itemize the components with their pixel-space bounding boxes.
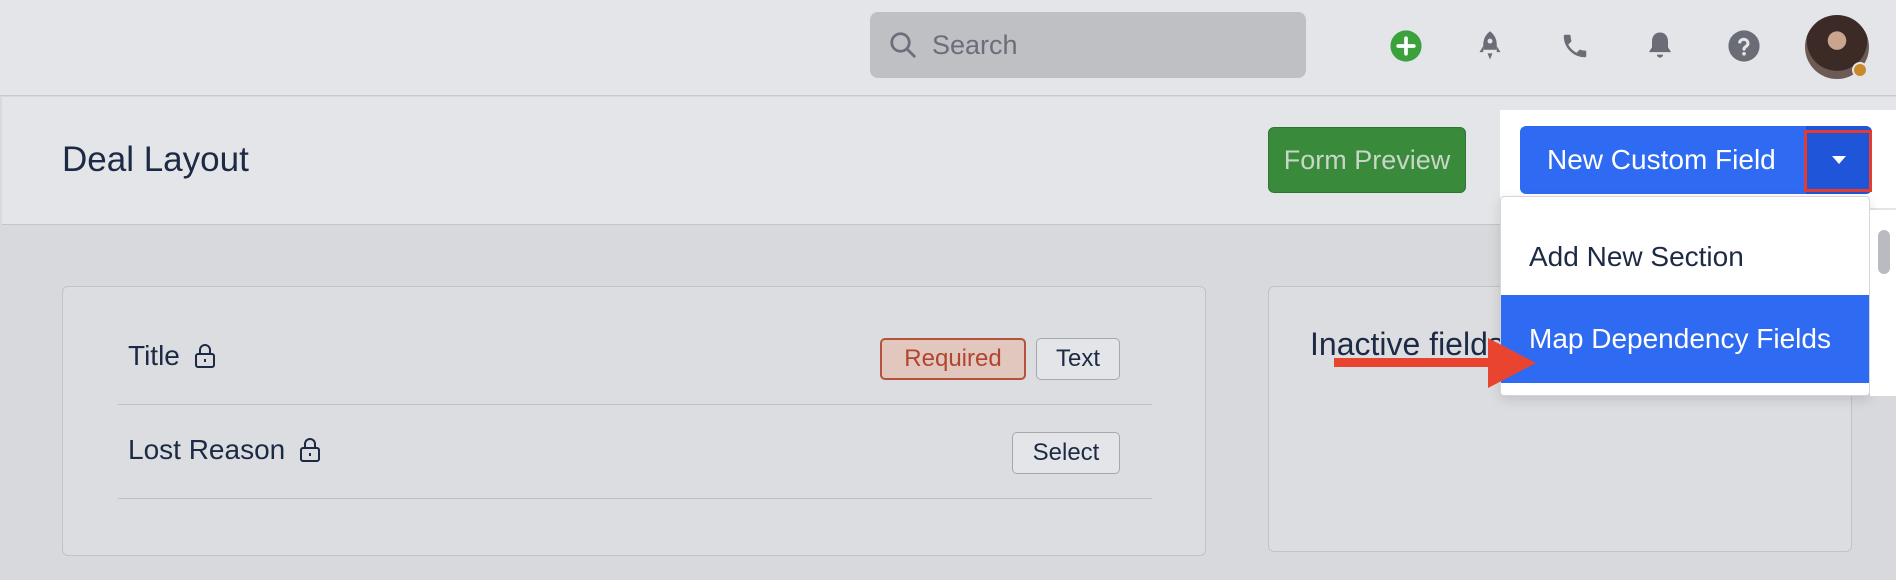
new-custom-field-button[interactable]: New Custom Field	[1520, 126, 1808, 194]
lock-icon	[194, 344, 215, 368]
dropdown-menu: Add New Section Map Dependency Fields	[1500, 196, 1870, 396]
active-fields-card	[62, 286, 1206, 556]
menu-item-add-new-section[interactable]: Add New Section	[1501, 213, 1869, 301]
bell-icon[interactable]	[1642, 28, 1678, 64]
type-badge: Text	[1036, 338, 1120, 380]
rocket-icon[interactable]	[1472, 28, 1508, 64]
field-row-lost-reason[interactable]: Lost Reason	[128, 434, 321, 466]
search-icon	[890, 32, 916, 58]
highlight-box	[1804, 130, 1872, 192]
status-dot	[1852, 62, 1868, 78]
annotation-arrow-head	[1488, 338, 1536, 388]
type-badge: Select	[1012, 432, 1120, 474]
scrollbar-thumb[interactable]	[1878, 230, 1890, 274]
row-divider	[118, 404, 1152, 405]
field-label: Title	[128, 340, 180, 371]
phone-icon[interactable]	[1557, 28, 1593, 64]
menu-item-map-dependency-fields[interactable]: Map Dependency Fields	[1501, 295, 1869, 383]
field-row-title[interactable]: Title	[128, 340, 216, 372]
plus-circle-icon[interactable]	[1388, 28, 1424, 64]
search-input[interactable]	[932, 29, 1292, 61]
annotation-arrow	[1334, 358, 1498, 367]
required-badge: Required	[880, 338, 1026, 380]
help-icon[interactable]	[1726, 28, 1762, 64]
form-preview-button[interactable]: Form Preview	[1268, 127, 1466, 193]
search-box[interactable]	[870, 12, 1306, 78]
row-divider	[118, 498, 1152, 499]
page-title: Deal Layout	[62, 140, 249, 179]
field-label: Lost Reason	[128, 434, 286, 465]
lock-icon	[300, 438, 321, 462]
